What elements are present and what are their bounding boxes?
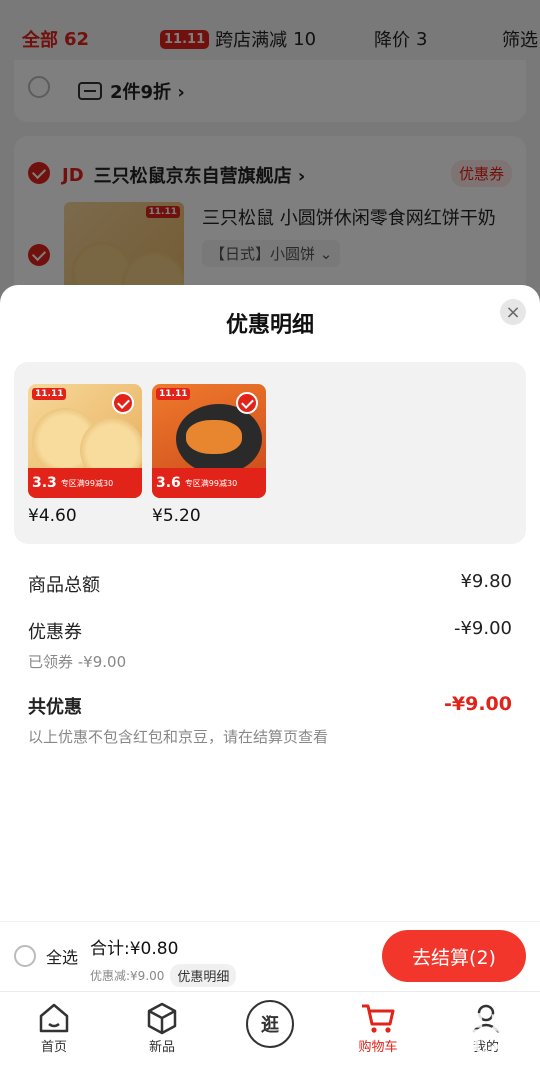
goods-total-value: ¥9.80 [460, 571, 512, 592]
tab-new-label: 新品 [148, 1040, 175, 1055]
coupon-row: 优惠券 -¥9.00 [28, 618, 512, 644]
strip-price: 3.3 [32, 475, 57, 491]
discount-note: 以上优惠不包含红包和京豆，请在结算页查看 [28, 728, 329, 746]
cart-background: 全部 62 11.11 跨店满减 10 降价 3 筛选 2件9折 › JD 三只… [0, 0, 540, 312]
explore-icon[interactable]: 逛 [246, 1000, 294, 1048]
promo-strip: 3.3 专区满99减30 [28, 468, 142, 498]
tab-new[interactable]: 新品 [122, 1000, 202, 1055]
total-discount-label: 共优惠 [28, 697, 82, 718]
goods-total-label: 商品总额 [28, 575, 100, 596]
item-1111-badge: 11.11 [32, 388, 67, 400]
total-discount-value: -¥9.00 [444, 693, 512, 715]
goods-total-row: 商品总额 ¥9.80 [28, 571, 512, 597]
select-all-radio[interactable] [14, 945, 36, 967]
coupon-value: -¥9.00 [453, 618, 512, 639]
product-image: 11.11 3.6 专区满99减30 [152, 384, 266, 498]
checkout-bar: 全选 合计:¥0.80 优惠减:¥9.00 优惠明细 去结算(2) [0, 921, 540, 991]
coupon-label: 优惠券 [28, 622, 82, 643]
check-icon [236, 392, 258, 414]
checkout-button[interactable]: 去结算(2) [382, 930, 526, 982]
select-all-label: 全选 [46, 948, 79, 967]
coupon-sub: 已领券 -¥9.00 [28, 653, 127, 671]
select-all[interactable]: 全选 [14, 944, 78, 968]
discount-amount: 优惠减:¥9.00 [90, 969, 165, 983]
promo-strip: 3.6 专区满99减30 [152, 468, 266, 498]
item-price: ¥4.60 [28, 506, 77, 526]
discount-item[interactable]: 11.11 3.6 专区满99减30 ¥5.20 [152, 384, 266, 526]
total-discount-row: 共优惠 -¥9.00 [28, 693, 512, 719]
strip-price: 3.6 [156, 475, 181, 491]
home-icon [14, 1000, 94, 1036]
item-price: ¥5.20 [152, 506, 201, 526]
sheet-title: 优惠明细 [225, 313, 314, 338]
item-1111-badge: 11.11 [156, 388, 191, 400]
watermark-url: zhizhizhi.com [433, 1046, 528, 1062]
box-icon [122, 1000, 202, 1036]
discount-item[interactable]: 11.11 3.3 专区满99减30 ¥4.60 [28, 384, 142, 526]
discount-detail-button[interactable]: 优惠明细 [170, 964, 237, 987]
overlay-dim[interactable] [0, 0, 540, 300]
sum-total: 合计:¥0.80 [90, 939, 179, 959]
strip-text: 专区满99减30 [60, 478, 114, 488]
close-icon[interactable]: × [500, 299, 526, 325]
strip-text: 专区满99减30 [184, 478, 238, 488]
discount-summary: 优惠减:¥9.00 优惠明细 [90, 964, 237, 987]
tab-home-label: 首页 [40, 1040, 67, 1055]
product-image: 11.11 3.3 专区满99减30 [28, 384, 142, 498]
check-icon [112, 392, 134, 414]
tab-home[interactable]: 首页 [14, 1000, 94, 1055]
discount-items-box: 11.11 3.3 专区满99减30 ¥4.60 11.11 3.6 专区满99… [14, 362, 526, 544]
